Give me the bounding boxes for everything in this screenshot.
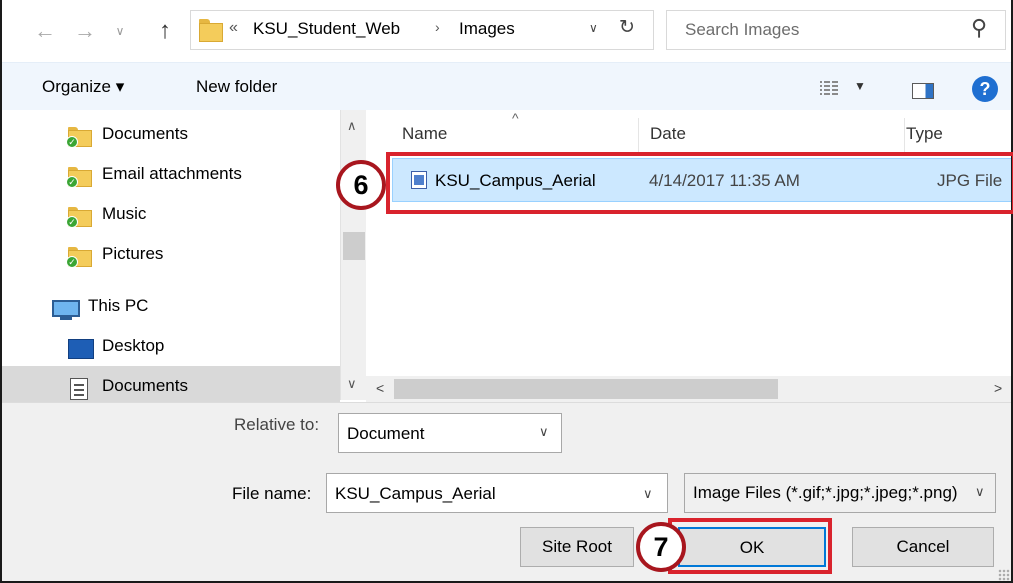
- dialog-footer: Relative to: Document ∨ File name: KSU_C…: [2, 402, 1011, 581]
- search-input[interactable]: Search Images ⚲: [666, 10, 1006, 50]
- scroll-left-icon[interactable]: <: [376, 380, 384, 396]
- view-dropdown-arrow-icon: ▼: [854, 79, 866, 93]
- path-box[interactable]: « KSU_Student_Web › Images ∨ ↻: [190, 10, 654, 50]
- refresh-icon[interactable]: ↻: [619, 16, 635, 39]
- sidebar-item-documents-synced[interactable]: ✓ Documents: [2, 114, 340, 154]
- sort-ascending-icon: ^: [512, 110, 519, 126]
- relative-to-select[interactable]: Document ∨: [338, 413, 562, 453]
- relative-to-label: Relative to:: [234, 415, 320, 434]
- file-name-input[interactable]: KSU_Campus_Aerial ∨: [326, 473, 668, 513]
- search-placeholder: Search Images: [685, 20, 800, 39]
- resize-grip-icon[interactable]: [998, 569, 1010, 581]
- breadcrumb-images[interactable]: Images: [459, 19, 515, 39]
- path-dropdown-chevron-icon[interactable]: ∨: [589, 21, 598, 35]
- desktop-icon: [68, 339, 94, 359]
- highlight-box-file-row: [386, 152, 1013, 214]
- synced-folder-icon: ✓: [66, 207, 92, 228]
- organize-button[interactable]: Organize ▾: [42, 77, 124, 97]
- relative-to-value: Document: [347, 424, 425, 443]
- search-icon[interactable]: ⚲: [971, 15, 987, 41]
- scroll-right-icon[interactable]: >: [994, 380, 1002, 396]
- new-folder-button[interactable]: New folder: [196, 77, 277, 97]
- file-type-value: Image Files (*.gif;*.jpg;*.jpeg;*.png): [693, 483, 958, 502]
- synced-folder-icon: ✓: [66, 127, 92, 148]
- scrollbar-thumb[interactable]: [343, 232, 365, 260]
- breadcrumb-ksu-student-web[interactable]: KSU_Student_Web: [253, 19, 400, 39]
- cancel-button[interactable]: Cancel: [852, 527, 994, 567]
- sidebar-item-pictures[interactable]: ✓ Pictures: [2, 234, 340, 274]
- sidebar-item-label: Pictures: [102, 244, 164, 263]
- preview-pane-icon[interactable]: [912, 83, 934, 99]
- folder-icon: [199, 19, 223, 42]
- sidebar-item-label: Music: [102, 204, 147, 223]
- help-icon[interactable]: ?: [972, 76, 998, 102]
- file-dialog: ← → ∨ ↑ « KSU_Student_Web › Images ∨ ↻ S…: [0, 0, 1013, 583]
- scroll-down-icon[interactable]: ∨: [347, 376, 357, 392]
- computer-icon: [52, 300, 80, 322]
- sidebar-item-label: Documents: [102, 376, 188, 395]
- forward-arrow-icon[interactable]: →: [72, 16, 98, 46]
- sidebar-item-documents[interactable]: Documents: [2, 366, 340, 406]
- navigation-pane: ✓ Documents ✓ Email attachments ✓ Music …: [2, 110, 342, 406]
- change-view-button[interactable]: ▼: [820, 79, 878, 99]
- sidebar-item-label: Desktop: [102, 336, 165, 355]
- chevron-down-icon: ∨: [539, 424, 549, 439]
- site-root-button[interactable]: Site Root: [520, 527, 634, 567]
- navigation-scrollbar[interactable]: ∧ ∨: [340, 110, 366, 400]
- file-name-value: KSU_Campus_Aerial: [335, 484, 496, 503]
- recent-locations-chevron-icon[interactable]: ∨: [110, 16, 130, 46]
- sidebar-item-label: Email attachments: [102, 164, 242, 183]
- chevron-down-icon: ∨: [975, 484, 985, 499]
- sidebar-item-this-pc[interactable]: This PC: [2, 286, 340, 326]
- command-bar: Organize ▾ New folder ▼ ?: [2, 62, 1011, 110]
- sidebar-item-label: This PC: [88, 296, 149, 315]
- sidebar-item-music[interactable]: ✓ Music: [2, 194, 340, 234]
- column-divider[interactable]: [904, 118, 905, 154]
- column-header-date[interactable]: Date: [650, 124, 686, 144]
- sidebar-item-desktop[interactable]: Desktop: [2, 326, 340, 366]
- step-marker-6: 6: [336, 160, 386, 210]
- column-header-name[interactable]: Name: [402, 124, 447, 144]
- file-type-select[interactable]: Image Files (*.gif;*.jpg;*.jpeg;*.png) ∨: [684, 473, 996, 513]
- chevron-down-icon[interactable]: ∨: [643, 486, 653, 502]
- synced-folder-icon: ✓: [66, 167, 92, 188]
- address-bar: ← → ∨ ↑ « KSU_Student_Web › Images ∨ ↻ S…: [2, 0, 1011, 62]
- scroll-up-icon[interactable]: ∧: [347, 118, 357, 134]
- path-overflow-chevron[interactable]: «: [229, 19, 238, 37]
- documents-icon: [70, 378, 88, 400]
- breadcrumb-separator-icon[interactable]: ›: [435, 19, 440, 35]
- column-header-type[interactable]: Type: [906, 124, 943, 144]
- scrollbar-thumb[interactable]: [394, 379, 778, 399]
- file-name-label: File name:: [232, 484, 312, 503]
- synced-folder-icon: ✓: [66, 247, 92, 268]
- step-marker-7: 7: [636, 522, 686, 572]
- sidebar-item-label: Documents: [102, 124, 188, 143]
- back-arrow-icon[interactable]: ←: [32, 16, 58, 46]
- column-divider[interactable]: [638, 118, 639, 154]
- file-list-horizontal-scrollbar[interactable]: < >: [366, 376, 1011, 402]
- up-arrow-icon[interactable]: ↑: [152, 16, 178, 46]
- sidebar-item-email-attachments[interactable]: ✓ Email attachments: [2, 154, 340, 194]
- view-details-icon: [820, 81, 838, 95]
- highlight-box-ok-button: [668, 518, 832, 574]
